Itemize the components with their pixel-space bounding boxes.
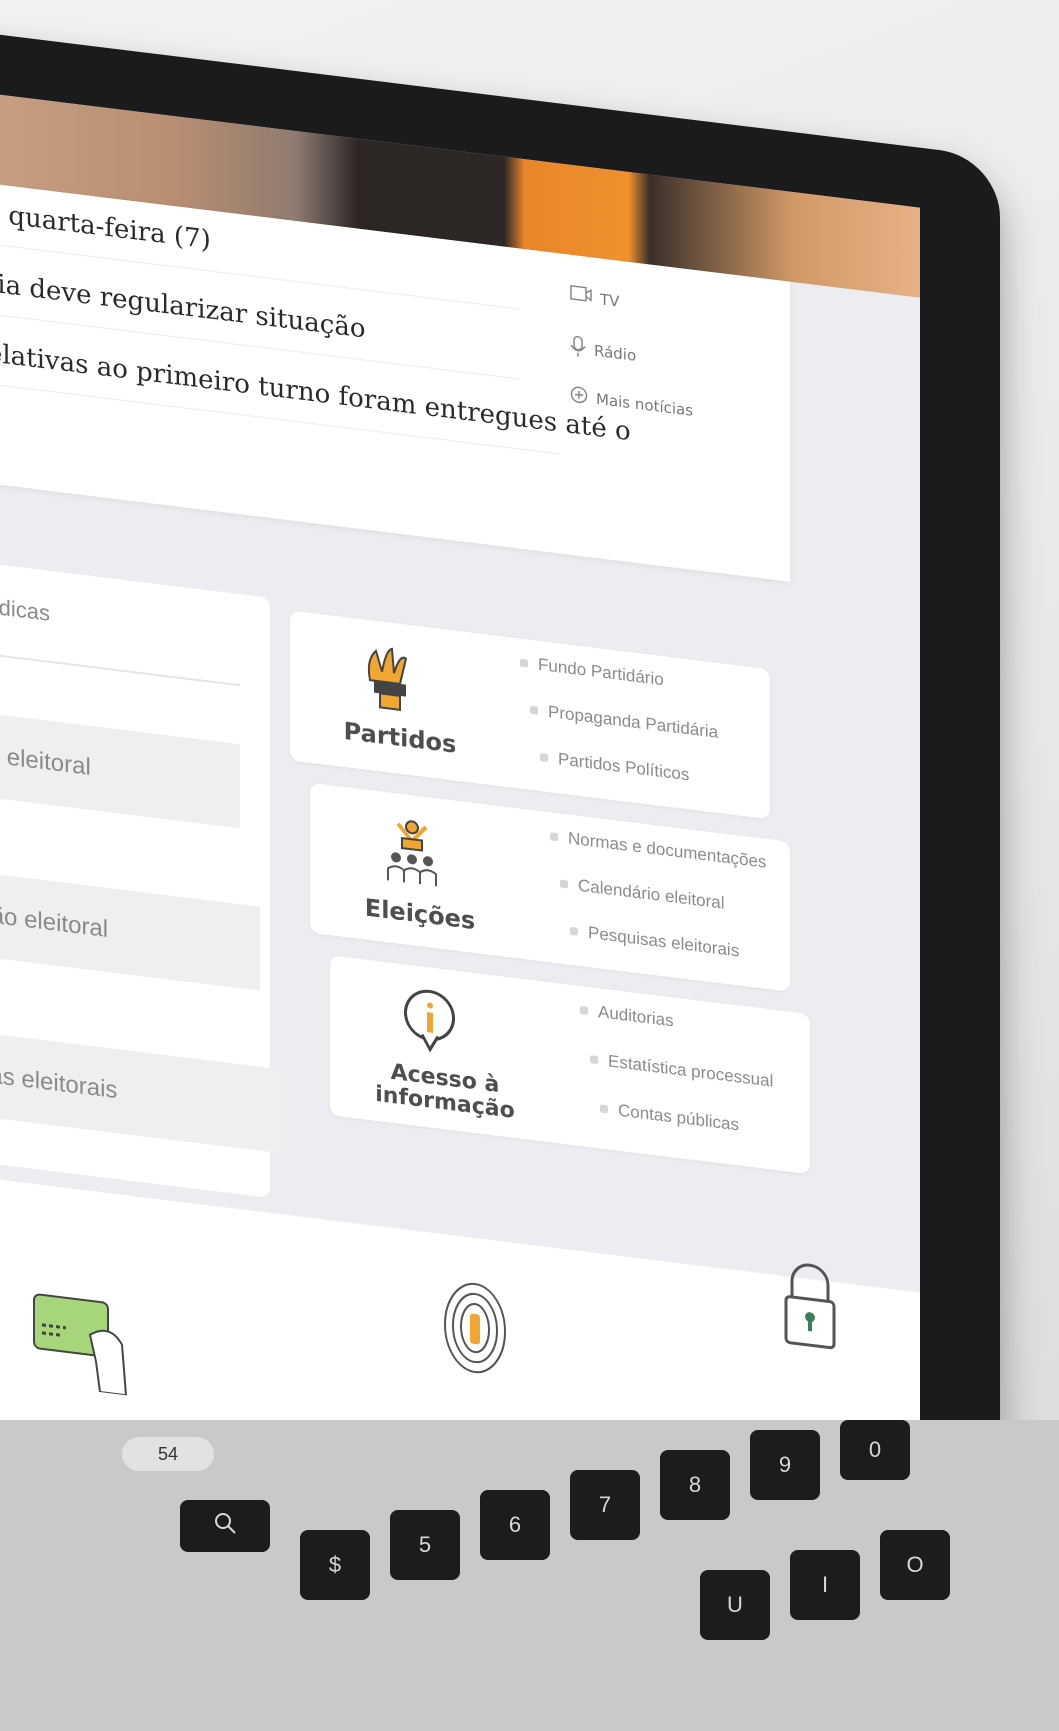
- fundo-partidario-link[interactable]: Fundo Partidário: [520, 653, 664, 691]
- estatistica-processual-link[interactable]: Estatística processual: [590, 1049, 773, 1092]
- tv-icon: [570, 285, 592, 310]
- calendario-label: Calendário eleitoral: [578, 875, 725, 913]
- key-7[interactable]: 7: [570, 1470, 640, 1540]
- key-8[interactable]: 8: [660, 1450, 730, 1520]
- multas-eleitorais-link[interactable]: → Multas eleitorais: [0, 1021, 280, 1154]
- eleicoes-card: Eleições Normas e documentações Calendár…: [310, 782, 790, 992]
- bullet-icon: [580, 1005, 588, 1015]
- pesquisas-eleitorais-link[interactable]: Pesquisas eleitorais: [570, 921, 739, 962]
- bullet-icon: [530, 705, 538, 715]
- situacao-eleitoral-link[interactable]: → Situação eleitoral: [0, 858, 260, 991]
- propaganda-label: Propaganda Partidária: [548, 702, 719, 742]
- partidos-politicos-label: Partidos Políticos: [558, 749, 690, 785]
- raised-hands-icon: [360, 639, 420, 720]
- page-number-badge: 54: [122, 1437, 214, 1471]
- divider: [0, 640, 240, 687]
- search-key[interactable]: [180, 1500, 270, 1552]
- padlock-icon[interactable]: [780, 1256, 840, 1357]
- key-i[interactable]: I: [790, 1550, 860, 1620]
- propaganda-partidaria-link[interactable]: Propaganda Partidária: [530, 700, 718, 743]
- id-card-hand-icon[interactable]: [30, 1283, 140, 1401]
- bullet-icon: [550, 832, 558, 842]
- fundo-label: Fundo Partidário: [538, 654, 664, 690]
- situacao-label: Situação eleitoral: [0, 893, 109, 944]
- radio-label: Rádio: [594, 341, 637, 365]
- key-o[interactable]: O: [880, 1530, 950, 1600]
- auditorias-link[interactable]: Auditorias: [580, 1000, 674, 1031]
- acesso-informacao-title: Acesso à informação: [375, 1059, 515, 1124]
- acesso-informacao-card: Acesso à informação Auditorias Estatísti…: [330, 955, 810, 1175]
- bullet-icon: [560, 879, 568, 889]
- normas-label: Normas e documentações: [568, 828, 767, 872]
- bullet-icon: [520, 658, 528, 668]
- radio-link[interactable]: Rádio: [570, 335, 636, 369]
- bullet-icon: [600, 1104, 608, 1114]
- key-5[interactable]: 5: [390, 1510, 460, 1580]
- bullet-icon: [540, 753, 548, 763]
- plus-circle-icon: [570, 385, 588, 409]
- quitacao-eleitoral-link[interactable]: → Quitação eleitoral: [0, 696, 240, 829]
- partidos-title: Partidos: [343, 716, 457, 759]
- key-4[interactable]: $: [300, 1530, 370, 1600]
- search-icon: [213, 1511, 237, 1541]
- key-u[interactable]: U: [700, 1570, 770, 1640]
- quitacao-label: Quitação eleitoral: [0, 731, 91, 781]
- fingerprint-icon[interactable]: [440, 1274, 510, 1387]
- bullet-icon: [590, 1055, 598, 1065]
- key-9[interactable]: 9: [750, 1430, 820, 1500]
- contas-publicas-link[interactable]: Contas públicas: [600, 1098, 739, 1135]
- multas-label: Multas eleitorais: [0, 1055, 118, 1105]
- microphone-icon: [570, 335, 586, 363]
- calendario-eleitoral-link[interactable]: Calendário eleitoral: [560, 873, 724, 913]
- key-0[interactable]: 0: [840, 1420, 910, 1480]
- tv-link[interactable]: TV: [570, 285, 619, 313]
- key-6[interactable]: 6: [480, 1490, 550, 1560]
- screen: ária para quarta-feira (7) u ausência de…: [0, 80, 920, 1588]
- eleicoes-title: Eleições: [364, 893, 476, 936]
- tv-label: TV: [600, 290, 620, 311]
- partidos-politicos-link[interactable]: Partidos Políticos: [540, 747, 689, 785]
- normas-documentacoes-link[interactable]: Normas e documentações: [550, 826, 766, 873]
- auditorias-label: Auditorias: [598, 1002, 674, 1031]
- consultas-header: onsultas jurídicas: [0, 580, 50, 626]
- bullet-icon: [570, 926, 578, 936]
- estatistica-label: Estatística processual: [608, 1051, 774, 1091]
- contas-publicas-label: Contas públicas: [618, 1100, 739, 1135]
- speaker-audience-icon: [382, 814, 442, 895]
- partidos-card: Partidos Fundo Partidário Propaganda Par…: [290, 610, 770, 820]
- pesquisas-label: Pesquisas eleitorais: [588, 922, 740, 961]
- info-icon: [402, 984, 458, 1065]
- consultas-panel: onsultas jurídicas → Quitação eleitoral …: [0, 546, 280, 1198]
